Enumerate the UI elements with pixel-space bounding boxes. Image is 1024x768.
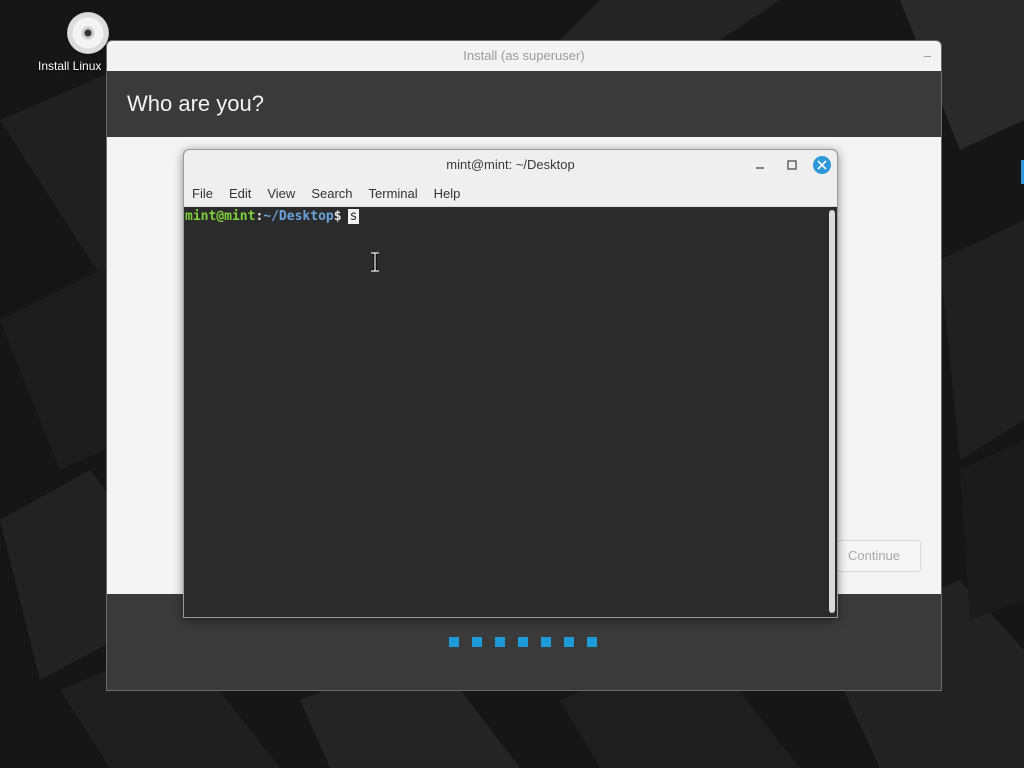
menu-edit[interactable]: Edit (229, 186, 251, 201)
terminal-scrollbar[interactable] (829, 210, 835, 613)
prompt-path: ~/Desktop (263, 209, 334, 224)
terminal-title: mint@mint: ~/Desktop (446, 157, 575, 172)
maximize-icon (787, 160, 797, 170)
progress-step (587, 637, 597, 647)
minimize-icon (756, 167, 764, 169)
menu-view[interactable]: View (267, 186, 295, 201)
terminal-titlebar[interactable]: mint@mint: ~/Desktop (184, 150, 837, 180)
installer-page-heading: Who are you? (107, 71, 941, 137)
installer-minimize-button[interactable]: – (924, 41, 931, 71)
installer-title: Install (as superuser) (463, 48, 585, 63)
terminal-output[interactable]: mint@mint:~/Desktop$ s (184, 207, 826, 617)
command-input[interactable]: s (347, 209, 360, 224)
close-icon (817, 160, 827, 170)
menu-terminal[interactable]: Terminal (369, 186, 418, 201)
progress-steps (449, 637, 597, 647)
continue-button[interactable]: Continue (827, 540, 921, 572)
maximize-button[interactable] (780, 150, 804, 180)
progress-step (472, 637, 482, 647)
menu-search[interactable]: Search (311, 186, 352, 201)
terminal-window: mint@mint: ~/Desktop File Edit View Sear… (183, 149, 838, 618)
prompt-dollar: $ (333, 209, 342, 224)
menu-help[interactable]: Help (434, 186, 461, 201)
terminal-menubar: File Edit View Search Terminal Help (184, 180, 837, 207)
close-button[interactable] (813, 156, 831, 174)
minimize-button[interactable] (748, 150, 772, 180)
progress-step (449, 637, 459, 647)
progress-step (541, 637, 551, 647)
installer-titlebar[interactable]: Install (as superuser) – (107, 41, 941, 71)
menu-file[interactable]: File (192, 186, 213, 201)
prompt-user-host: mint@mint (185, 209, 256, 224)
progress-step (564, 637, 574, 647)
progress-step (495, 637, 505, 647)
text-cursor-icon (371, 252, 379, 272)
progress-step (518, 637, 528, 647)
disc-icon (67, 12, 109, 54)
